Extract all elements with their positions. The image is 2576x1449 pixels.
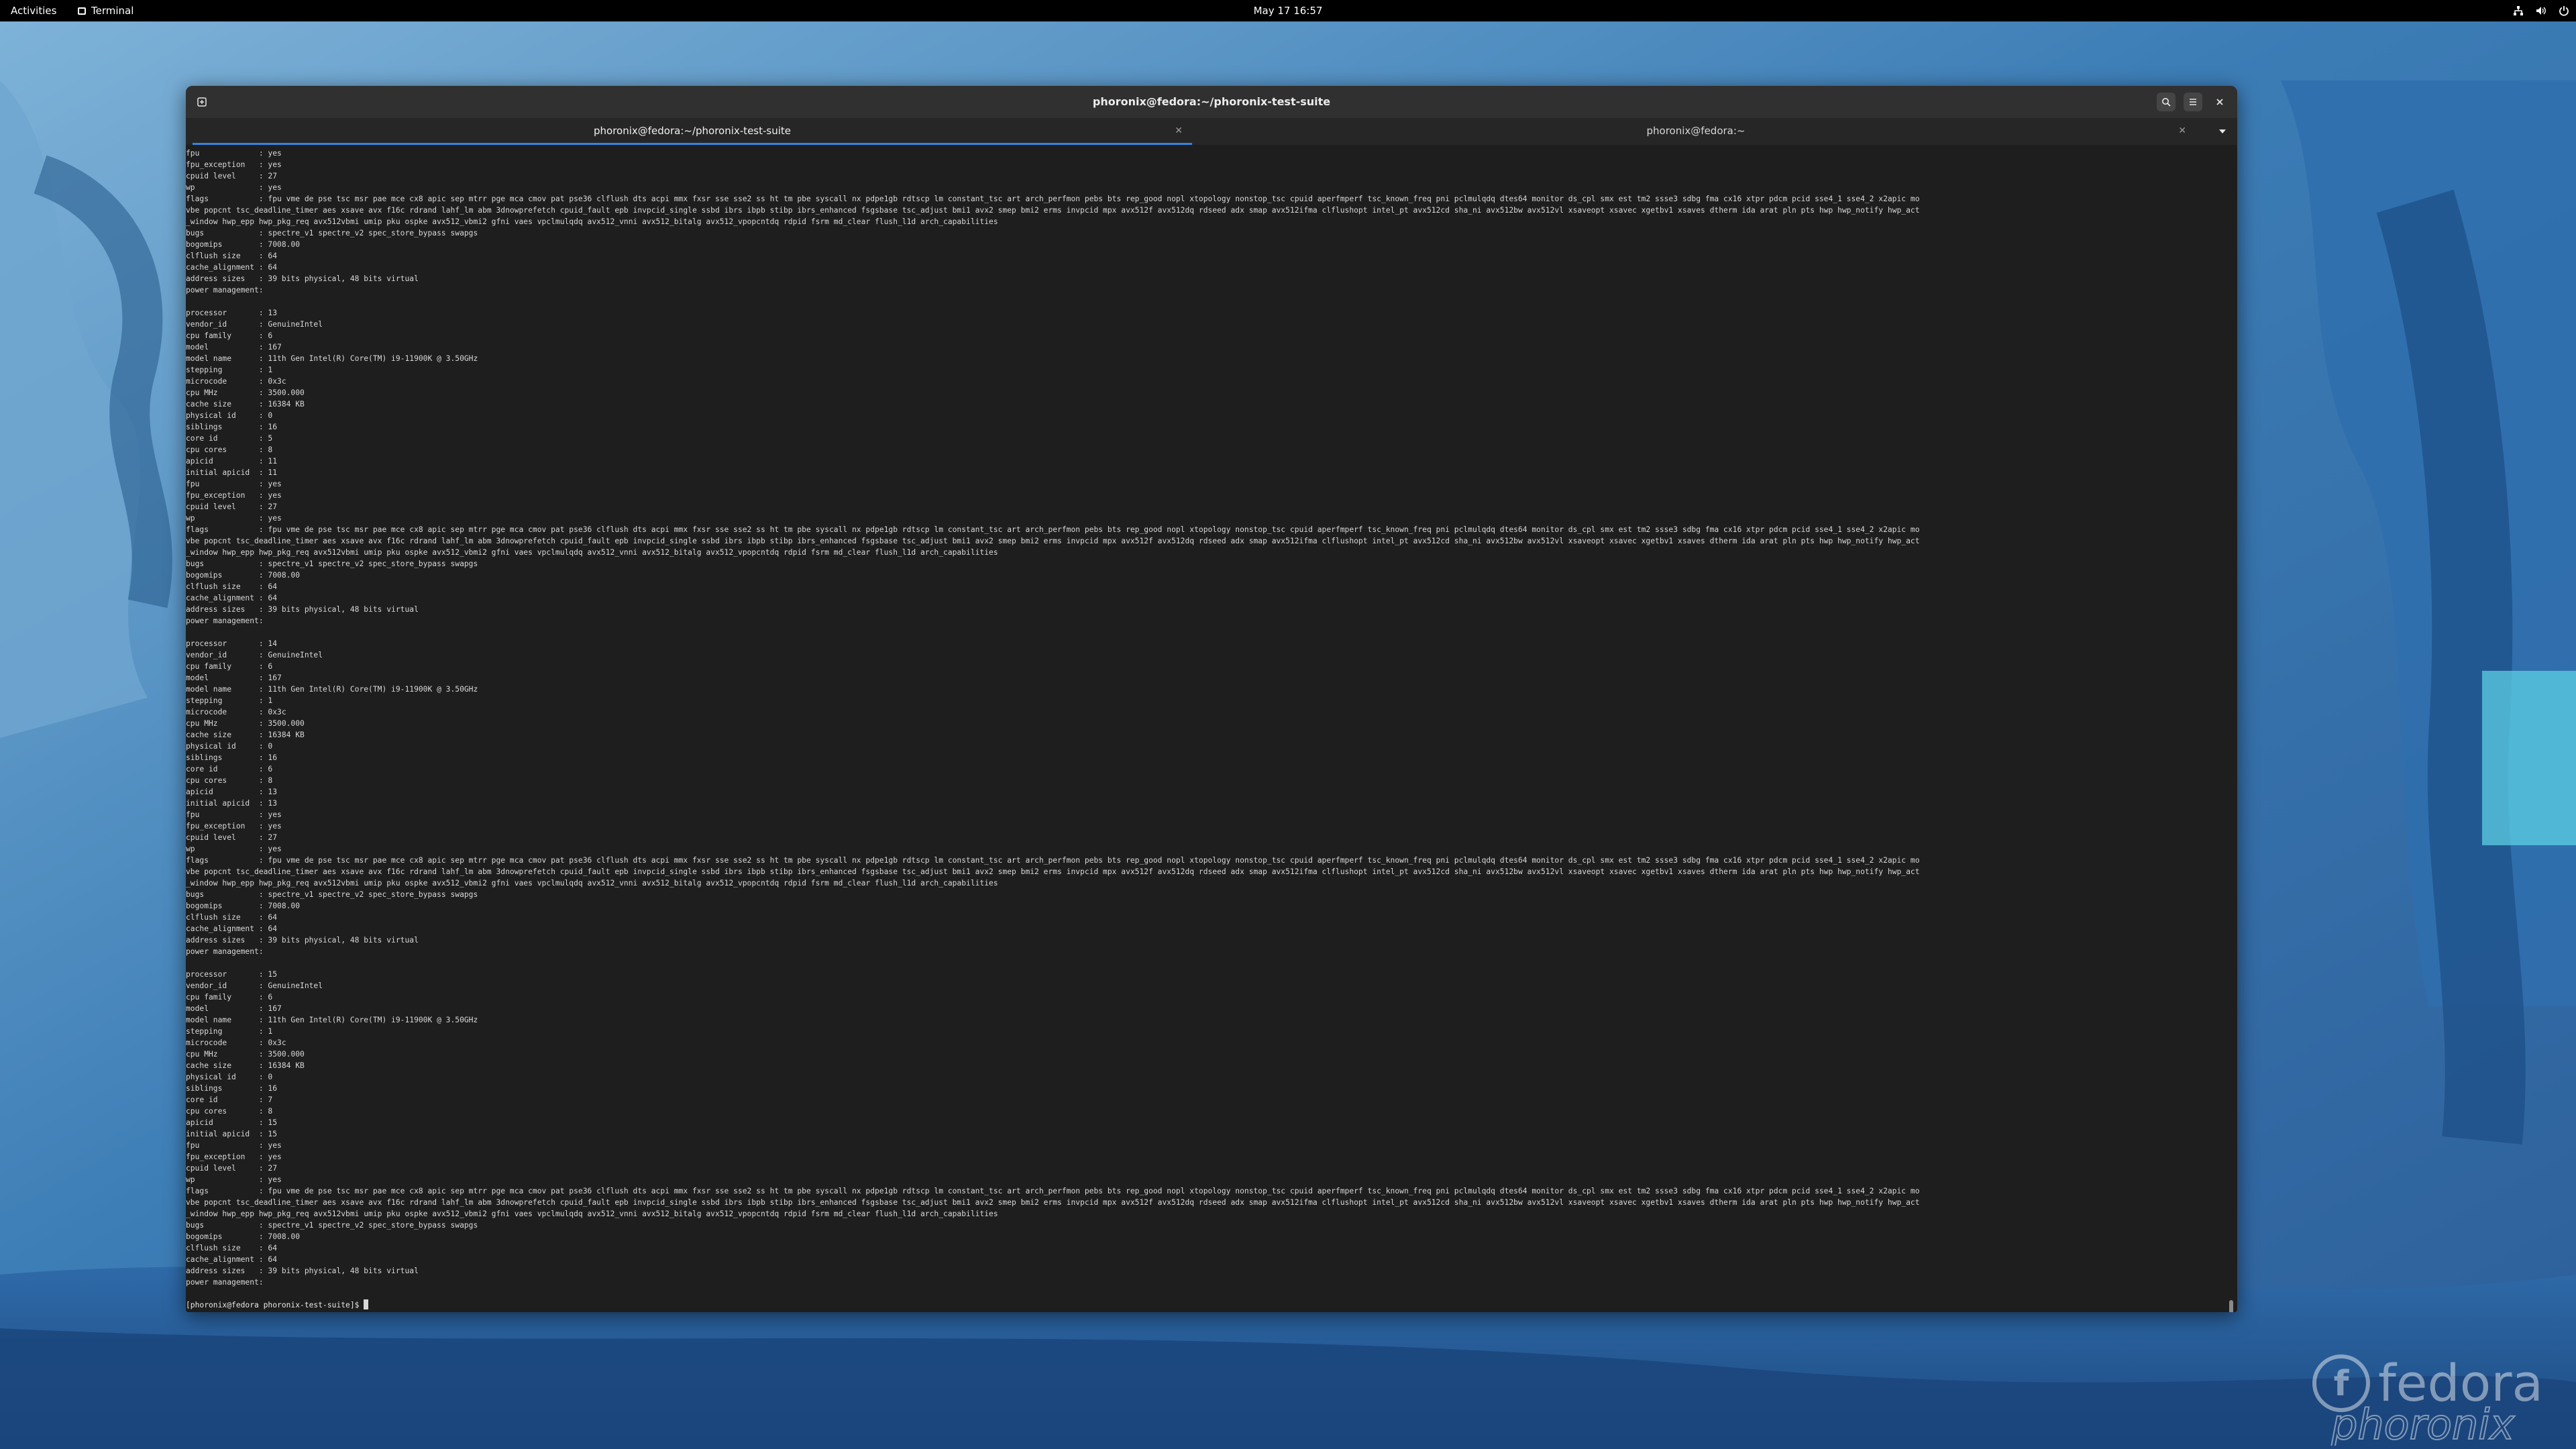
chevron-down-icon [2219,129,2226,133]
app-name-label: Terminal [91,5,134,17]
tab-bar: phoronix@fedora:~/phoronix-test-suite ✕ … [186,118,2237,145]
shell-prompt: [phoronix@fedora phoronix-test-suite]$ [186,1301,364,1309]
terminal-app-icon [78,7,86,15]
window-headerbar[interactable]: phoronix@fedora:~/phoronix-test-suite [186,86,2237,118]
terminal-lines-top: fpu : yes fpu_exception : yes cpuid leve… [186,149,1920,294]
menu-button[interactable] [2184,93,2202,111]
tab-label: phoronix@fedora:~/phoronix-test-suite [593,125,792,137]
clock-button[interactable]: May 17 16:57 [1254,5,1323,17]
hamburger-menu-icon [2190,99,2196,105]
volume-icon [2536,7,2546,15]
terminal-text: fpu : yes fpu_exception : yes cpuid leve… [186,148,2225,1311]
gnome-top-bar: Activities Terminal May 17 16:57 [0,0,2576,21]
tab-close-icon[interactable]: ✕ [2178,118,2186,144]
window-title: phoronix@fedora:~/phoronix-test-suite [1092,95,1331,108]
terminal-output[interactable]: fpu : yes fpu_exception : yes cpuid leve… [186,145,2228,1312]
text-cursor [364,1299,369,1309]
terminal-window[interactable]: phoronix@fedora:~/phoronix-test-suite ph… [186,86,2237,1312]
search-icon [2162,98,2171,107]
clock-container: May 17 16:57 [0,0,2576,21]
watermark-phoronix: phoronix [2330,1400,2516,1446]
power-icon [2559,6,2569,16]
svg-text:f: f [2334,1364,2350,1404]
network-icon [2514,6,2523,15]
window-close-button[interactable] [2210,93,2229,111]
tab-home[interactable]: phoronix@fedora:~ ✕ [1196,118,2196,145]
close-icon [2216,99,2223,105]
activities-button[interactable]: Activities [11,0,56,21]
tab-label: phoronix@fedora:~ [1646,125,1746,137]
tab-close-icon[interactable]: ✕ [1175,118,1183,144]
search-button[interactable] [2157,93,2176,111]
system-tray[interactable] [2513,0,2569,21]
terminal-scrollbar[interactable] [2229,1300,2233,1312]
tab-phoronix-test-suite[interactable]: phoronix@fedora:~/phoronix-test-suite ✕ [193,118,1192,145]
fedora-phoronix-watermark: f fedora phoronix [2312,1353,2543,1446]
tab-overflow-button[interactable] [2214,123,2231,140]
app-menu-button[interactable]: Terminal [78,0,133,21]
processor-blocks: processor : 13 vendor_id : GenuineIntel … [186,309,1920,1287]
